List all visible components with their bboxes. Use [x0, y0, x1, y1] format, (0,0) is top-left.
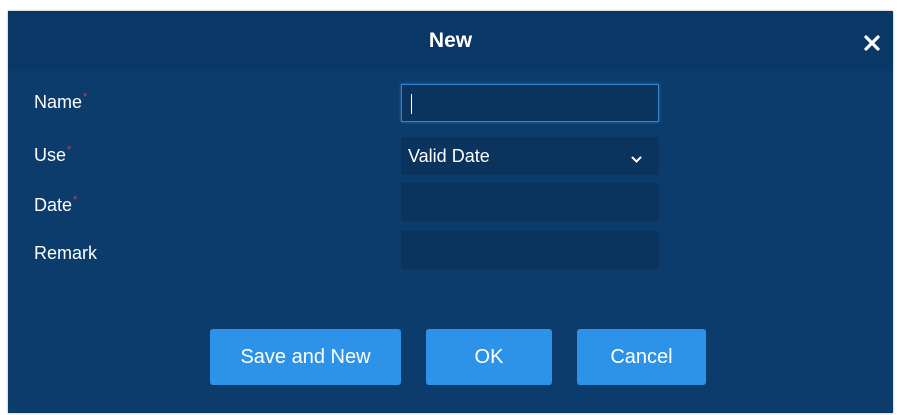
remark-label-text: Remark — [34, 243, 98, 263]
chevron-down-icon — [631, 151, 642, 163]
dialog-title: New — [428, 29, 473, 52]
save-and-new-button[interactable]: Save and New — [210, 329, 401, 385]
new-dialog: New Name* Use* Valid Date Date* Remark S… — [8, 11, 893, 413]
date-label-text: Date — [34, 195, 73, 215]
use-label: Use* — [34, 144, 72, 166]
name-label-text: Name — [34, 92, 83, 112]
date-input[interactable] — [401, 183, 659, 221]
required-marker: * — [67, 144, 72, 156]
remark-input[interactable] — [401, 231, 659, 269]
cancel-button[interactable]: Cancel — [577, 329, 706, 385]
text-caret — [411, 94, 412, 114]
close-icon[interactable] — [861, 32, 883, 54]
date-label: Date* — [34, 194, 78, 216]
use-select-value: Valid Date — [408, 146, 490, 166]
dialog-header: New — [8, 11, 893, 71]
remark-label: Remark — [34, 243, 97, 264]
required-marker: * — [73, 194, 78, 206]
required-marker: * — [83, 91, 88, 103]
name-input[interactable] — [401, 84, 659, 122]
name-label: Name* — [34, 91, 88, 113]
use-select[interactable]: Valid Date — [401, 137, 659, 175]
ok-button[interactable]: OK — [426, 329, 552, 385]
use-label-text: Use — [34, 145, 67, 165]
